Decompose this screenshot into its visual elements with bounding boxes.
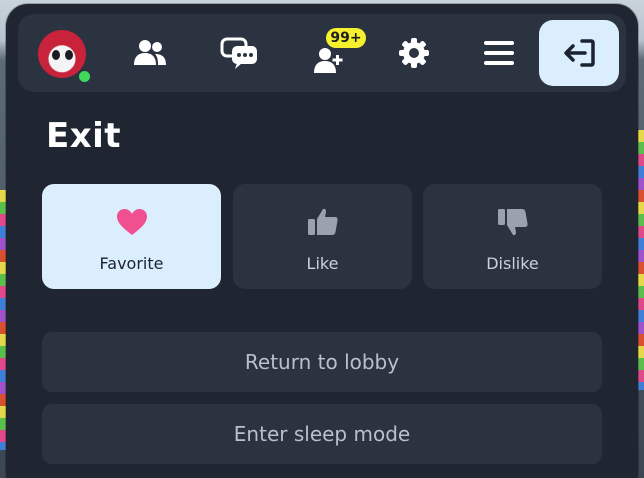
thumbs-down-icon bbox=[497, 209, 528, 236]
return-to-lobby-label: Return to lobby bbox=[244, 350, 400, 374]
chat-icon bbox=[220, 37, 257, 69]
top-navigation-bar: 99+ bbox=[18, 14, 626, 92]
like-button[interactable]: Like bbox=[233, 184, 412, 289]
like-label: Like bbox=[306, 254, 339, 273]
return-to-lobby-button[interactable]: Return to lobby bbox=[42, 332, 602, 392]
notifications-icon bbox=[314, 48, 343, 73]
like-icon-wrap bbox=[307, 206, 339, 238]
notifications-button[interactable]: 99+ bbox=[290, 20, 366, 86]
exit-menu-panel: 99+ Exit Favorite Like Dislike Return to… bbox=[6, 4, 638, 478]
favorite-icon-wrap bbox=[115, 206, 149, 238]
dislike-icon-wrap bbox=[497, 206, 529, 238]
chat-button[interactable] bbox=[202, 20, 278, 86]
background-stripes-right bbox=[637, 130, 644, 390]
page-title: Exit bbox=[46, 116, 122, 156]
avatar-eye-left bbox=[52, 50, 60, 60]
favorite-label: Favorite bbox=[99, 254, 164, 273]
avatar-eye-right bbox=[65, 50, 73, 60]
friends-button[interactable] bbox=[112, 20, 188, 86]
friends-icon bbox=[134, 40, 166, 65]
heart-icon bbox=[116, 209, 147, 235]
settings-icon bbox=[399, 38, 429, 68]
enter-sleep-mode-button[interactable]: Enter sleep mode bbox=[42, 404, 602, 464]
exit-icon bbox=[564, 39, 595, 67]
menu-icon bbox=[484, 41, 514, 65]
favorite-button[interactable]: Favorite bbox=[42, 184, 221, 289]
online-status-dot bbox=[77, 69, 92, 84]
enter-sleep-mode-label: Enter sleep mode bbox=[233, 422, 411, 446]
dislike-button[interactable]: Dislike bbox=[423, 184, 602, 289]
thumbs-up-icon bbox=[307, 208, 338, 235]
settings-button[interactable] bbox=[376, 20, 452, 86]
notifications-count-badge: 99+ bbox=[326, 28, 366, 48]
menu-button[interactable] bbox=[461, 20, 537, 86]
exit-tab-button[interactable] bbox=[539, 20, 619, 86]
dislike-label: Dislike bbox=[486, 254, 539, 273]
